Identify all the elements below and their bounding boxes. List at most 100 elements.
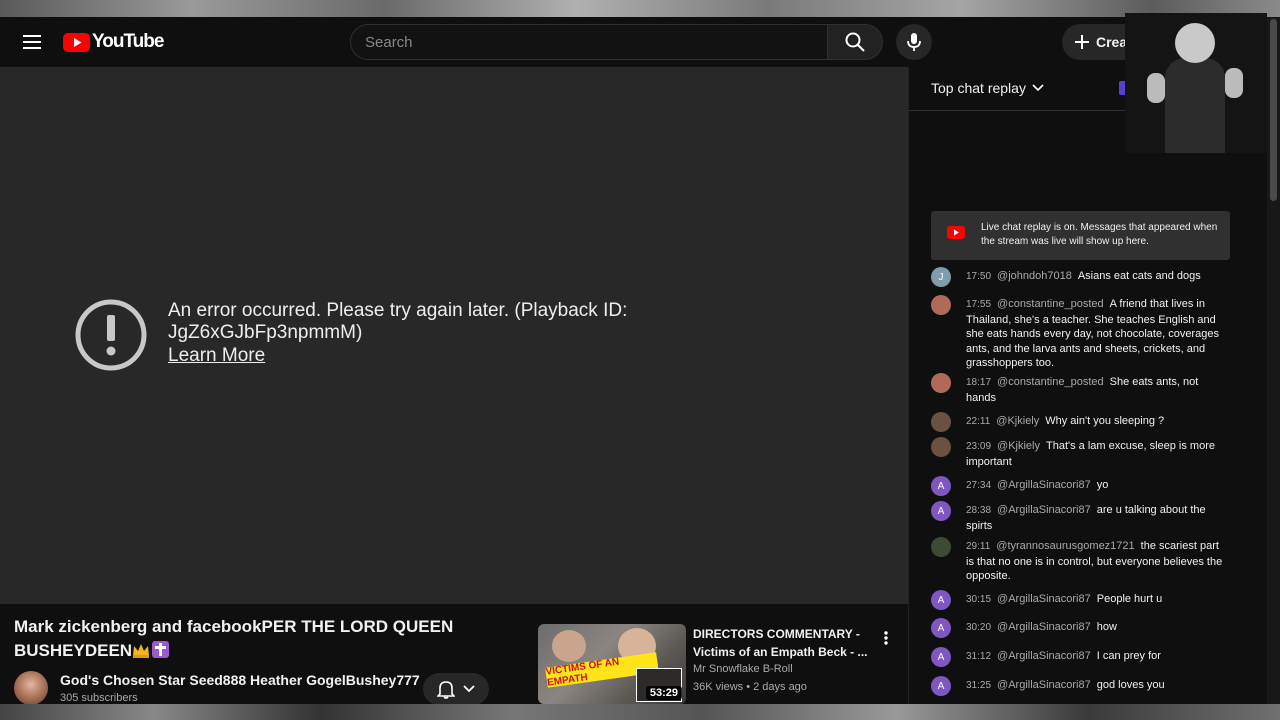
- youtube-logo[interactable]: YouTube: [63, 30, 164, 54]
- chat-author[interactable]: @ArgillaSinacori87: [997, 650, 1091, 662]
- chat-message-body: 27:34 @ArgillaSinacori87 yo: [966, 478, 1229, 494]
- page-scrollbar[interactable]: [1267, 17, 1280, 704]
- more-actions-button[interactable]: [878, 626, 894, 650]
- chat-author[interactable]: @Kjkiely: [996, 415, 1039, 427]
- bell-icon: [437, 681, 455, 699]
- chat-text: I can prey for: [1096, 650, 1161, 662]
- chat-author[interactable]: @ArgillaSinacori87: [997, 479, 1091, 491]
- chat-message-body: 18:17 @constantine_posted She eats ants, n…: [966, 375, 1229, 405]
- chat-message-body: 31:12 @ArgillaSinacori87 I can prey for: [966, 649, 1229, 665]
- chat-avatar[interactable]: [931, 437, 951, 457]
- youtube-play-icon: [947, 226, 965, 239]
- recommended-meta: 36K views • 2 days ago: [693, 681, 807, 693]
- chat-avatar[interactable]: J: [931, 267, 951, 287]
- chat-timestamp: 22:11: [966, 416, 991, 427]
- masthead: YouTube Creat: [0, 17, 1280, 67]
- chat-avatar[interactable]: A: [931, 476, 951, 496]
- more-vert-icon: [884, 631, 888, 645]
- hamburger-menu-icon: [23, 35, 41, 49]
- cross-icon: [152, 641, 170, 658]
- search-input[interactable]: [350, 24, 827, 60]
- chat-avatar[interactable]: [931, 295, 951, 315]
- chat-avatar[interactable]: A: [931, 501, 951, 521]
- error-message: An error occurred. Please try again late…: [168, 300, 628, 343]
- chat-mode-label: Top chat replay: [931, 80, 1026, 96]
- channel-name[interactable]: God's Chosen Star Seed888 Heather GogelB…: [60, 672, 420, 688]
- subscriber-count: 305 subscribers: [60, 692, 138, 704]
- chat-timestamp: 27:34: [966, 480, 992, 491]
- chat-message-body: 30:20 @ArgillaSinacori87 how: [966, 620, 1229, 636]
- chat-avatar[interactable]: A: [931, 676, 951, 696]
- chevron-down-icon: [463, 685, 475, 693]
- overlay-figure-head: [1175, 23, 1215, 63]
- chat-author[interactable]: @ArgillaSinacori87: [997, 621, 1091, 633]
- channel-avatar[interactable]: [14, 671, 48, 705]
- chat-mode-dropdown[interactable]: Top chat replay: [931, 80, 1044, 96]
- recommended-video[interactable]: VICTIMS OF AN EMPATH 53:29 DIRECTORS COM…: [538, 624, 898, 708]
- recommended-channel[interactable]: Mr Snowflake B-Roll: [693, 663, 793, 675]
- youtube-play-icon: [63, 32, 90, 52]
- video-title: Mark zickenberg and facebookPER THE LORD…: [14, 615, 464, 663]
- chat-timestamp: 23:09: [966, 441, 992, 452]
- chat-avatar[interactable]: A: [931, 590, 951, 610]
- chat-message-body: 22:11 @Kjkiely Why ain't you sleeping ?: [966, 414, 1229, 430]
- video-player[interactable]: An error occurred. Please try again late…: [0, 67, 908, 604]
- chat-avatar[interactable]: A: [931, 647, 951, 667]
- video-title-text: Mark zickenberg and facebookPER THE LORD…: [14, 617, 454, 660]
- chat-author[interactable]: @constantine_posted: [997, 298, 1104, 310]
- chat-timestamp: 17:55: [966, 299, 992, 310]
- chat-avatar[interactable]: [931, 537, 951, 557]
- logo-text: YouTube: [92, 31, 164, 52]
- chat-text: Asians eat cats and dogs: [1077, 270, 1201, 282]
- chat-timestamp: 28:38: [966, 505, 992, 516]
- recommended-thumbnail[interactable]: VICTIMS OF AN EMPATH 53:29: [538, 624, 686, 704]
- search-bar: [350, 24, 883, 60]
- chat-author[interactable]: @constantine_posted: [997, 376, 1104, 388]
- chat-avatar[interactable]: [931, 373, 951, 393]
- overlay-figure: [1165, 58, 1225, 153]
- chat-text: Why ain't you sleeping ?: [1045, 415, 1165, 427]
- live-chat-panel: Top chat replay Live chat replay is on. …: [908, 67, 1268, 704]
- chat-avatar[interactable]: [931, 412, 951, 432]
- chat-replay-banner: Live chat replay is on. Messages that ap…: [931, 211, 1230, 260]
- chat-message-body: 17:55 @constantine_posted A friend that li…: [966, 297, 1229, 371]
- guide-menu-button[interactable]: [16, 26, 48, 58]
- chat-author[interactable]: @ArgillaSinacori87: [997, 504, 1091, 516]
- plus-icon: [1075, 35, 1089, 49]
- chat-message-body: 31:25 @ArgillaSinacori87 god loves you: [966, 678, 1229, 694]
- webcam-overlay: [1125, 13, 1267, 153]
- overlay-figure-hand: [1225, 68, 1243, 98]
- chat-author[interactable]: @ArgillaSinacori87: [997, 593, 1091, 605]
- chat-timestamp: 30:20: [966, 622, 992, 633]
- chat-message-body: 29:11 @tyrannosaurusgomez1721 the scariest…: [966, 539, 1229, 584]
- chat-message-body: 17:50 @johndoh7018 Asians eat cats and dog…: [966, 269, 1229, 285]
- chat-timestamp: 30:15: [966, 594, 992, 605]
- chat-author[interactable]: @ArgillaSinacori87: [997, 679, 1091, 691]
- search-icon: [845, 32, 865, 52]
- chat-text: yo: [1096, 479, 1109, 491]
- chat-timestamp: 18:17: [966, 377, 992, 388]
- search-button[interactable]: [827, 24, 883, 60]
- error-message-block: An error occurred. Please try again late…: [168, 300, 688, 367]
- chat-author[interactable]: @tyrannosaurusgomez1721: [996, 540, 1134, 552]
- chat-message-body: 30:15 @ArgillaSinacori87 People hurt u: [966, 592, 1229, 608]
- chat-message-body: 23:09 @Kjkiely That's a lam excuse, sleep …: [966, 439, 1229, 469]
- chat-avatar[interactable]: A: [931, 618, 951, 638]
- error-exclamation-icon: [75, 299, 147, 371]
- learn-more-link[interactable]: Learn More: [168, 345, 265, 367]
- notification-bell-button[interactable]: [423, 673, 489, 705]
- voice-search-button[interactable]: [896, 24, 932, 60]
- chat-text: People hurt u: [1096, 593, 1163, 605]
- chat-text: how: [1096, 621, 1117, 633]
- recommended-title[interactable]: DIRECTORS COMMENTARY - Victims of an Emp…: [693, 625, 873, 661]
- chat-timestamp: 29:11: [966, 541, 991, 552]
- scrollbar-thumb[interactable]: [1270, 19, 1277, 201]
- chat-timestamp: 31:12: [966, 651, 992, 662]
- chat-author[interactable]: @Kjkiely: [997, 440, 1040, 452]
- background-strip-bottom: [0, 704, 1280, 720]
- chat-timestamp: 17:50: [966, 271, 992, 282]
- video-info: Mark zickenberg and facebookPER THE LORD…: [0, 604, 908, 705]
- chat-message-body: 28:38 @ArgillaSinacori87 are u talking abo…: [966, 503, 1229, 533]
- crown-icon: [133, 644, 150, 658]
- chat-author[interactable]: @johndoh7018: [997, 270, 1072, 282]
